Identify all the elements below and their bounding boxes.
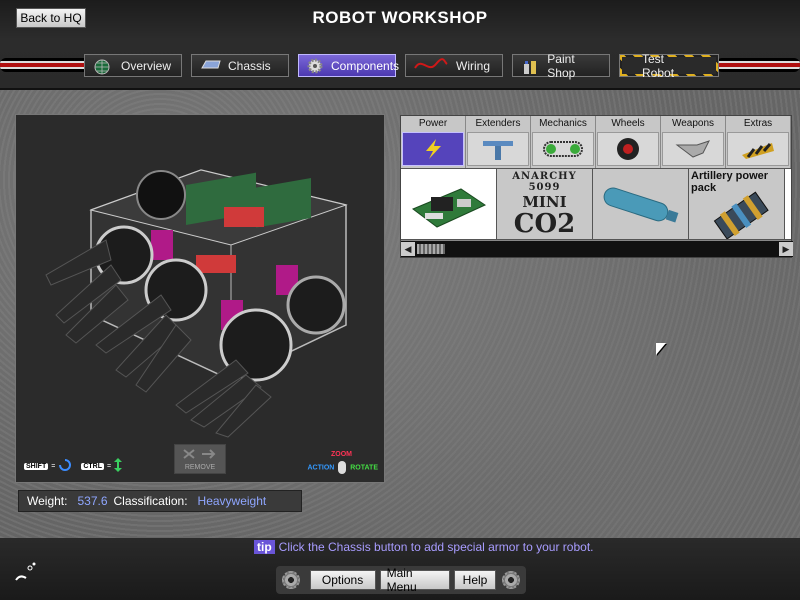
remove-label: REMOVE bbox=[184, 464, 216, 471]
options-button[interactable]: Options bbox=[309, 570, 376, 590]
category-label: Wheels bbox=[611, 118, 645, 129]
tip-tag: tip bbox=[254, 540, 275, 554]
remove-button[interactable]: REMOVE bbox=[174, 444, 226, 474]
tab-label: Overview bbox=[121, 58, 172, 73]
globe-icon bbox=[93, 58, 113, 74]
tab-test-robot[interactable]: Test Robot bbox=[619, 52, 719, 80]
mouse-icon bbox=[338, 461, 347, 474]
classification-label: Classification: bbox=[113, 494, 188, 508]
mouse-cursor-icon bbox=[656, 343, 666, 355]
part-item[interactable]: Artillery power pack bbox=[689, 169, 785, 239]
page-title: ROBOT WORKSHOP bbox=[312, 8, 488, 27]
classification-value: Heavyweight bbox=[197, 494, 267, 508]
parts-list: ANARCHY 5099 MINI CO2 Artillery power pa… bbox=[401, 168, 791, 240]
rotate-arrow-icon bbox=[58, 458, 72, 474]
paint-icon bbox=[521, 58, 539, 74]
co2-canister-icon: ANARCHY 5099 MINI CO2 bbox=[497, 169, 592, 237]
category-label: Extenders bbox=[475, 118, 521, 129]
weapon-icon bbox=[662, 132, 724, 166]
cable-left bbox=[0, 58, 90, 72]
category-label: Mechanics bbox=[539, 118, 587, 129]
scroll-track[interactable] bbox=[415, 243, 779, 255]
category-extras[interactable]: Extras bbox=[726, 116, 791, 168]
control-legend: SHIFT = CTRL = bbox=[24, 458, 123, 474]
circuit-board-icon bbox=[412, 188, 487, 228]
remove-icon bbox=[180, 446, 220, 464]
footer: tip Click the Chassis button to add spec… bbox=[0, 538, 800, 600]
parts-scrollbar[interactable]: ◀ ▶ bbox=[401, 241, 793, 257]
tab-wiring[interactable]: Wiring bbox=[405, 54, 503, 77]
tab-label: Test Robot bbox=[622, 52, 716, 80]
logo-icon bbox=[14, 560, 38, 589]
main-menu-bar: Options Main Menu Help bbox=[276, 566, 526, 594]
shift-key: SHIFT bbox=[24, 462, 49, 470]
header: Back to HQ ROBOT WORKSHOP Overview Chass… bbox=[0, 0, 800, 90]
gear-icon bbox=[282, 571, 300, 589]
tab-components[interactable]: Components bbox=[298, 54, 400, 77]
action-label: ACTION bbox=[307, 464, 335, 472]
tab-label: Paint Shop bbox=[547, 51, 576, 80]
category-label: Power bbox=[418, 118, 448, 129]
vertical-arrow-icon bbox=[114, 458, 123, 474]
power-pack-icon bbox=[713, 191, 769, 239]
part-text-line1: ANARCHY 5099 bbox=[512, 171, 577, 193]
weight-value: 537.6 bbox=[77, 494, 108, 508]
tab-label: Components bbox=[331, 58, 400, 73]
robot-render bbox=[45, 169, 348, 438]
category-bar: Power Extenders Mechanics Wheels Weapons bbox=[401, 116, 791, 168]
scroll-thumb[interactable] bbox=[417, 244, 445, 254]
part-item[interactable] bbox=[593, 169, 689, 239]
tab-paint-shop[interactable]: Paint Shop bbox=[512, 51, 610, 80]
part-text-line3: CO2 bbox=[513, 209, 576, 239]
wire-icon bbox=[414, 57, 448, 74]
tip-bar: tip Click the Chassis button to add spec… bbox=[254, 540, 594, 554]
tab-overview[interactable]: Overview bbox=[84, 54, 182, 77]
category-wheels[interactable]: Wheels bbox=[596, 116, 661, 168]
scroll-right-icon[interactable]: ▶ bbox=[779, 242, 793, 256]
gear-icon bbox=[502, 571, 520, 589]
category-label: Weapons bbox=[671, 118, 715, 129]
zoom-label: ZOOM bbox=[331, 451, 352, 458]
category-mechanics[interactable]: Mechanics bbox=[531, 116, 596, 168]
scroll-left-icon[interactable]: ◀ bbox=[401, 242, 415, 256]
lightning-icon bbox=[402, 132, 464, 166]
tab-chassis[interactable]: Chassis bbox=[191, 54, 289, 77]
category-power[interactable]: Power bbox=[401, 116, 466, 168]
ctrl-key: CTRL bbox=[81, 462, 104, 470]
category-extenders[interactable]: Extenders bbox=[466, 116, 531, 168]
rotate-label: ROTATE bbox=[350, 464, 378, 472]
chain-icon bbox=[532, 132, 594, 166]
part-item[interactable]: ANARCHY 5099 MINI CO2 bbox=[497, 169, 593, 239]
help-button[interactable]: Help bbox=[453, 570, 497, 590]
extender-icon bbox=[467, 132, 529, 166]
tab-label: Chassis bbox=[228, 58, 271, 73]
tab-label: Wiring bbox=[456, 58, 491, 73]
mouse-legend: ZOOM ACTION ROTATE bbox=[307, 451, 378, 474]
cable-right bbox=[716, 58, 800, 72]
tank-icon bbox=[603, 187, 679, 223]
gear-icon bbox=[307, 58, 323, 74]
category-label: Extras bbox=[743, 118, 773, 129]
parts-panel: Power Extenders Mechanics Wheels Weapons bbox=[400, 115, 793, 258]
chassis-icon bbox=[200, 58, 221, 74]
stats-bar: Weight: 537.6 Classification: Heavyweigh… bbox=[18, 490, 302, 512]
category-weapons[interactable]: Weapons bbox=[661, 116, 726, 168]
wheel-icon bbox=[597, 132, 659, 166]
robot-viewport[interactable]: SHIFT = CTRL = REMOVE ZOOM ACTION ROTATE bbox=[15, 114, 385, 483]
weight-label: Weight: bbox=[27, 494, 68, 508]
part-item[interactable] bbox=[401, 169, 497, 239]
tip-text: Click the Chassis button to add special … bbox=[278, 540, 594, 554]
main-menu-button[interactable]: Main Menu bbox=[379, 566, 450, 594]
extras-icon bbox=[727, 132, 789, 166]
tab-bar: Overview Chassis Components Wiring Paint… bbox=[84, 51, 719, 80]
